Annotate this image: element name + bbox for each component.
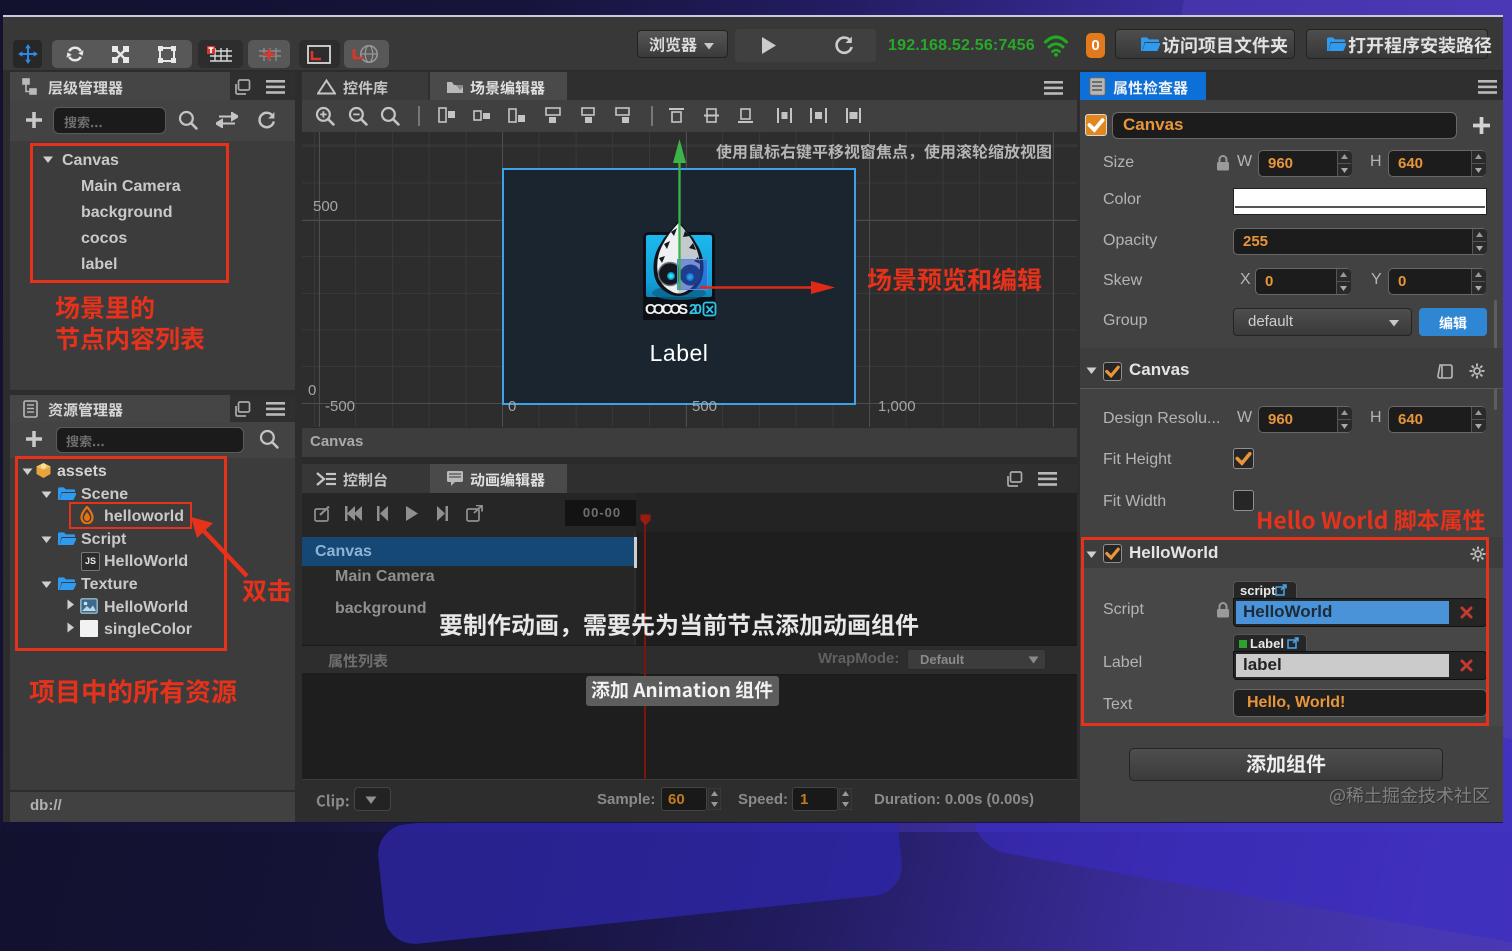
svg-text:20: 20 <box>689 302 702 318</box>
svg-text:COCOS: COCOS <box>645 302 688 318</box>
